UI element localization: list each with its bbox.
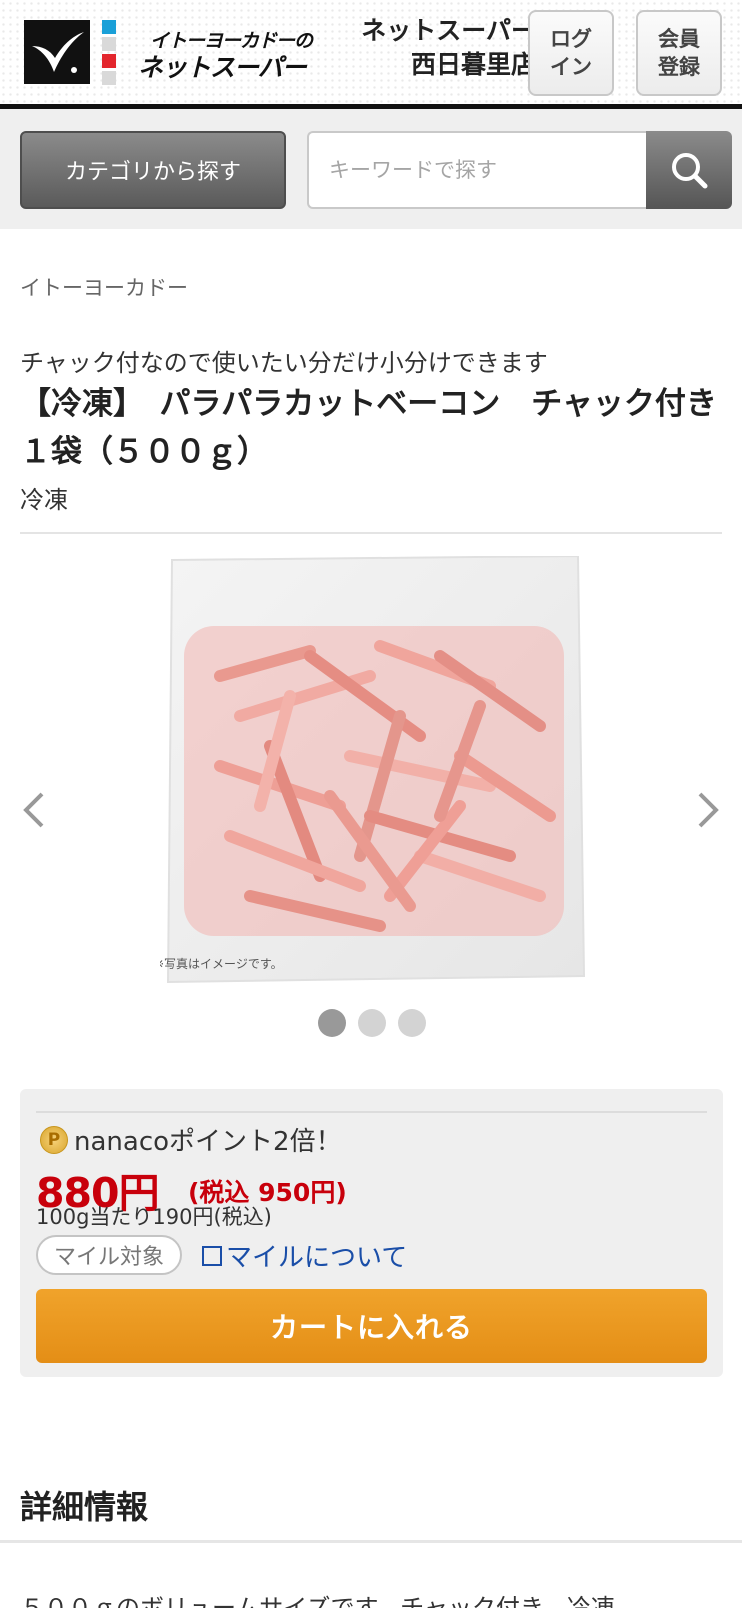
price-panel: P nanacoポイント2倍！ 880円 (税込 950円) 100g当たり19… — [20, 1089, 723, 1377]
bird-logo-icon[interactable] — [24, 20, 90, 84]
site-header: イトーヨーカドーの ネットスーパー ネットスーパー 西日暮里店 ログ イン 会員… — [0, 0, 742, 106]
product-catch-copy: チャック付なので使いたい分だけ小分けできます — [20, 349, 548, 377]
product-image[interactable]: ※写真はイメージです。 — [160, 556, 590, 986]
divider — [36, 1111, 707, 1113]
search-button[interactable] — [646, 131, 732, 209]
logo-bar — [102, 37, 116, 51]
keyword-search-input[interactable] — [307, 131, 647, 209]
store-name-line1: ネットスーパー — [361, 16, 536, 45]
product-brand[interactable]: イトーヨーカドー — [20, 272, 188, 302]
register-button[interactable]: 会員 登録 — [636, 10, 722, 96]
window-icon — [202, 1245, 222, 1266]
add-to-cart-button[interactable]: カートに入れる — [36, 1289, 707, 1363]
divider — [0, 1540, 742, 1543]
carousel-dot[interactable] — [358, 1009, 386, 1037]
nanaco-coin-icon: P — [40, 1125, 68, 1154]
category-search-button[interactable]: カテゴリから探す — [20, 131, 286, 209]
search-icon — [672, 153, 708, 189]
carousel-next-arrow[interactable] — [694, 790, 724, 830]
logo-bar — [102, 54, 116, 68]
product-title: 【冷凍】 パラパラカットベーコン チャック付き １袋（５００ｇ） — [20, 386, 742, 470]
storage-tag: 冷凍 — [20, 486, 68, 514]
carousel-dot[interactable] — [398, 1009, 426, 1037]
nanaco-points-text: nanacoポイント2倍！ — [74, 1127, 342, 1157]
nanaco-points: P nanacoポイント2倍！ — [40, 1121, 342, 1158]
login-button[interactable]: ログ イン — [528, 10, 614, 96]
store-name: ネットスーパー 西日暮里店 — [361, 14, 536, 82]
logo-text-main: ネットスーパー — [138, 53, 307, 82]
mile-info-link-text: マイルについて — [226, 1243, 408, 1273]
mile-badge: マイル対象 — [36, 1235, 183, 1275]
logo-bar — [102, 71, 116, 85]
logo-color-bars — [102, 20, 116, 85]
details-text: ５００ｇのボリュームサイズです。チャック付き。冷凍 — [20, 1594, 615, 1608]
details-heading: 詳細情報 — [20, 1488, 149, 1526]
logo-bar — [102, 20, 116, 34]
carousel-prev-arrow[interactable] — [18, 790, 48, 830]
store-name-line2: 西日暮里店 — [410, 50, 536, 79]
unit-price: 100g当たり190円(税込) — [36, 1205, 272, 1229]
carousel-indicators — [318, 1009, 426, 1037]
divider — [20, 532, 722, 534]
mile-info-link[interactable]: マイルについて — [202, 1237, 407, 1274]
carousel-dot[interactable] — [318, 1009, 346, 1037]
image-caption: ※写真はイメージです。 — [160, 957, 283, 971]
search-bar: カテゴリから探す — [0, 109, 742, 229]
